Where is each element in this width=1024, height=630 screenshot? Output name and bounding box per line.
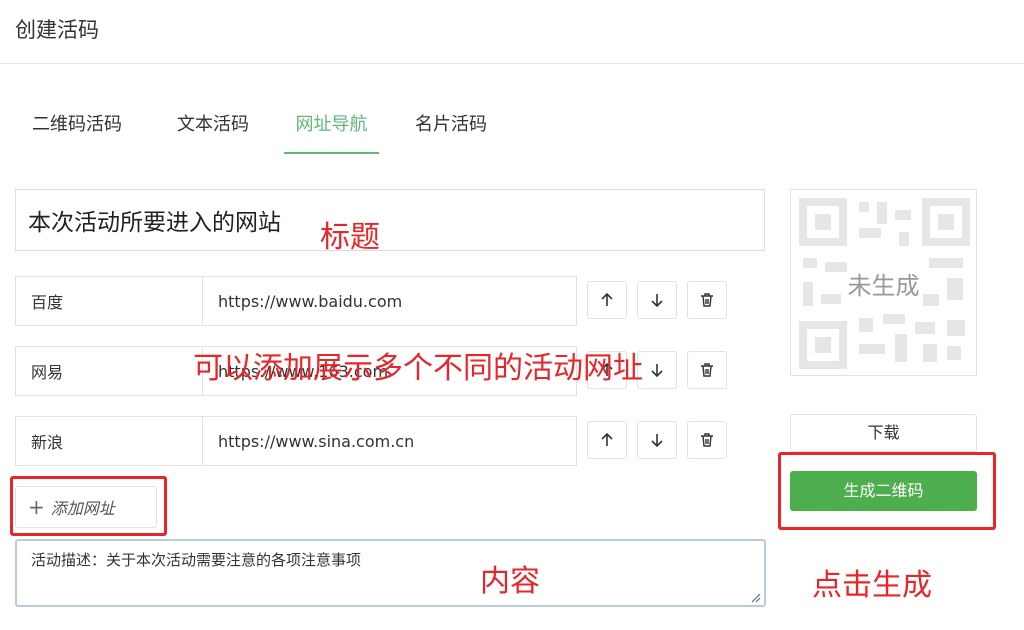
qr-status-label: 未生成: [847, 272, 920, 300]
trash-icon: [701, 363, 713, 377]
qr-preview: 未生成: [790, 189, 977, 376]
link-name-input[interactable]: [15, 346, 203, 396]
description-textarea[interactable]: 活动描述：关于本次活动需要注意的各项注意事项: [15, 539, 766, 607]
link-url-input[interactable]: [202, 416, 577, 466]
delete-button[interactable]: [687, 351, 727, 389]
annotation-content: 内容: [480, 564, 540, 599]
tab-qrcode-livecode[interactable]: 二维码活码: [20, 100, 134, 154]
arrow-up-icon: [601, 292, 613, 306]
move-down-button[interactable]: [637, 351, 677, 389]
link-name-input[interactable]: [15, 416, 203, 466]
annotation-box-add-url: [10, 476, 167, 536]
annotation-click-generate: 点击生成: [812, 568, 932, 603]
move-down-button[interactable]: [637, 281, 677, 319]
annotation-title: 标题: [320, 220, 380, 255]
link-row: [15, 416, 727, 466]
annotation-box-generate: [778, 452, 996, 530]
link-row: [15, 276, 727, 326]
download-button[interactable]: 下载: [790, 414, 977, 452]
link-url-input[interactable]: [202, 276, 577, 326]
delete-button[interactable]: [687, 281, 727, 319]
move-down-button[interactable]: [637, 421, 677, 459]
title-input[interactable]: [15, 189, 765, 251]
arrow-down-icon: [651, 434, 663, 448]
tab-card-livecode[interactable]: 名片活码: [404, 100, 498, 154]
resize-grip-icon[interactable]: [749, 591, 761, 603]
arrow-down-icon: [651, 294, 663, 308]
trash-icon: [701, 433, 713, 447]
tab-url-navigation[interactable]: 网址导航: [284, 100, 379, 154]
move-up-button[interactable]: [587, 421, 627, 459]
move-up-button[interactable]: [587, 281, 627, 319]
arrow-up-icon: [601, 432, 613, 446]
page-title: 创建活码: [15, 18, 99, 42]
tab-text-livecode[interactable]: 文本活码: [166, 100, 260, 154]
page-header: 创建活码: [0, 0, 1024, 64]
annotation-multi-url: 可以添加展示多个不同的活动网址: [193, 351, 643, 386]
trash-icon: [701, 293, 713, 307]
delete-button[interactable]: [687, 421, 727, 459]
link-name-input[interactable]: [15, 276, 203, 326]
arrow-down-icon: [651, 364, 663, 378]
